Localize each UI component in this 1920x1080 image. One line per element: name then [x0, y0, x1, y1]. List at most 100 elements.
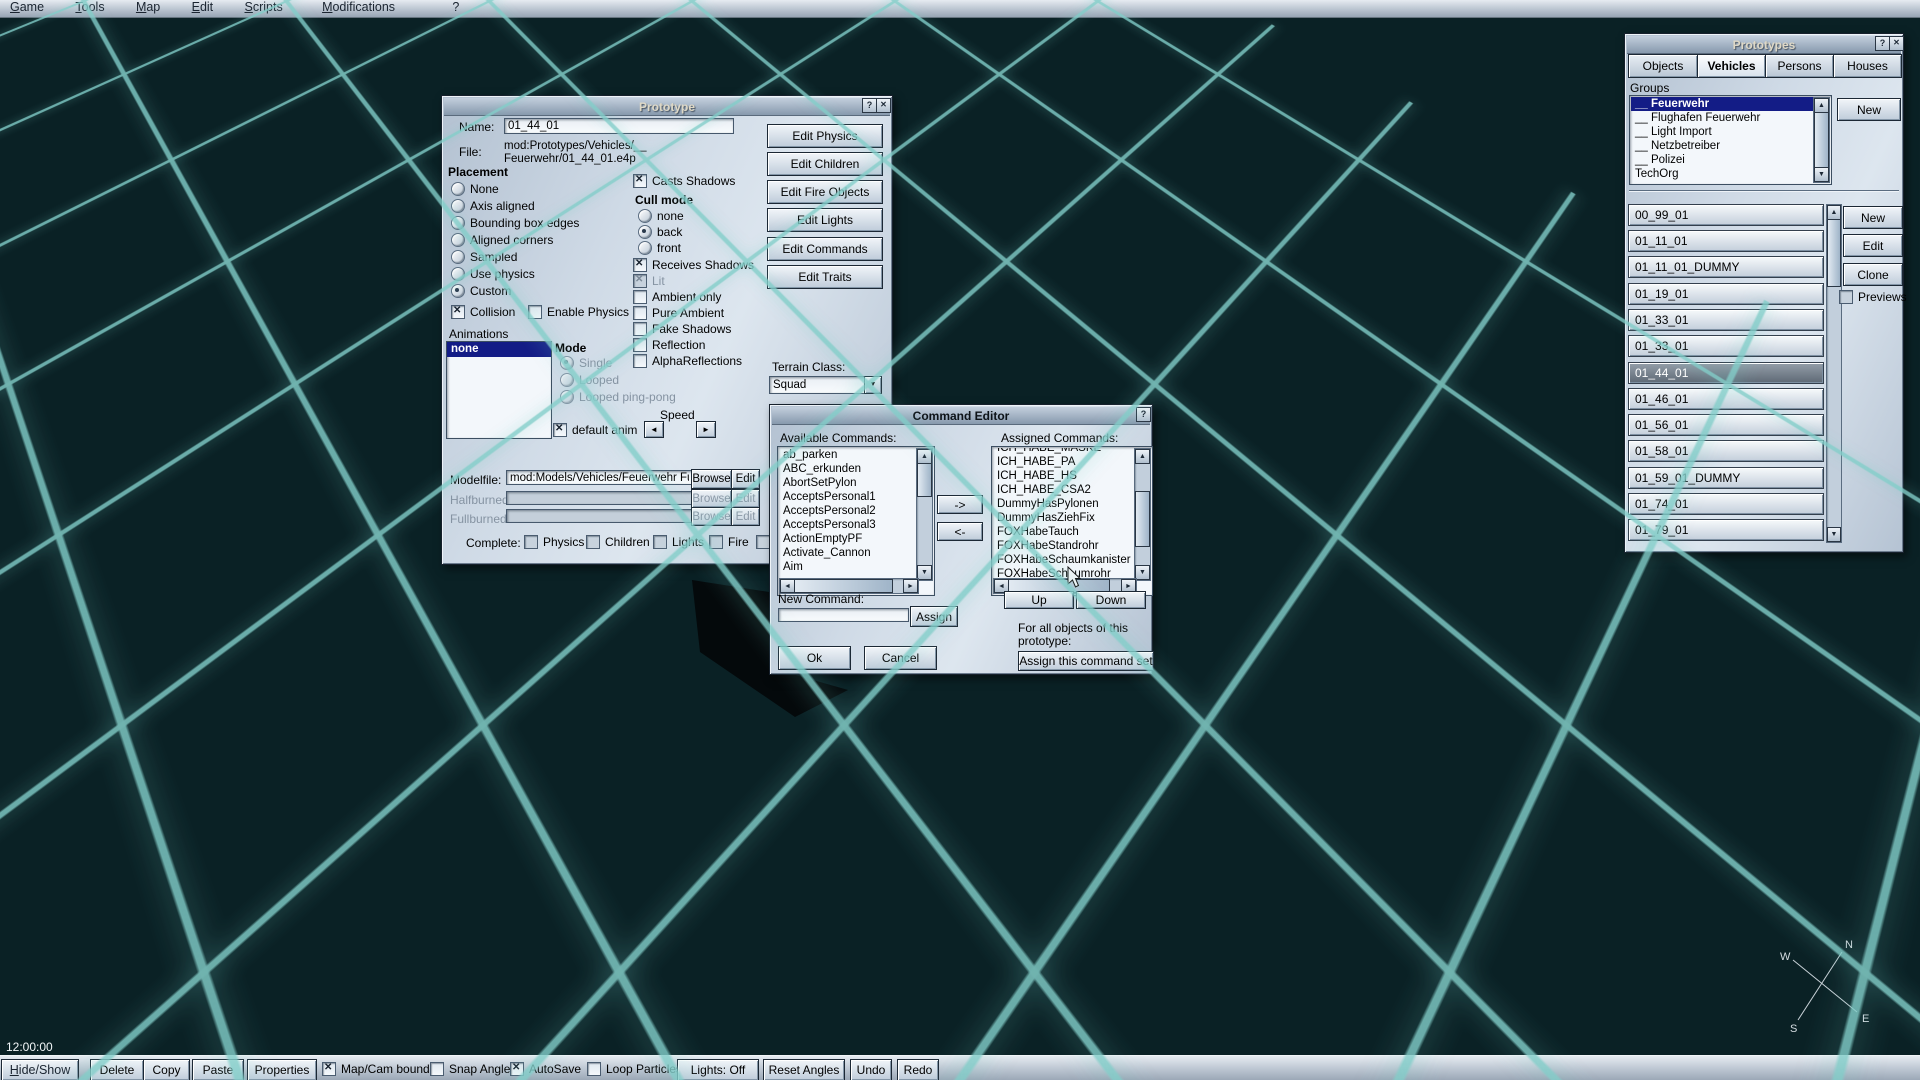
move-down-button[interactable]: Down: [1076, 591, 1146, 609]
autosave-checkbox[interactable]: [510, 1062, 524, 1076]
scrollbar-thumb[interactable]: [1135, 491, 1150, 547]
halfburned-input[interactable]: [506, 491, 693, 505]
snap-angles-checkbox[interactable]: [430, 1062, 444, 1076]
complete-fire-row[interactable]: Fire: [709, 535, 749, 549]
ambient-only-checkbox[interactable]: [633, 290, 647, 304]
help-icon[interactable]: ?: [862, 98, 877, 113]
map-cam-bounds-row[interactable]: Map/Cam bounds: [322, 1062, 436, 1076]
radio-icon[interactable]: [451, 182, 465, 196]
radio-icon[interactable]: [560, 373, 574, 387]
group-item[interactable]: __ Feuerwehr: [1631, 97, 1814, 111]
close-icon[interactable]: ✕: [876, 98, 891, 113]
edit-prototype-button[interactable]: Edit: [1843, 234, 1903, 257]
delete-button[interactable]: Delete: [90, 1059, 144, 1080]
menu-help[interactable]: ?: [452, 0, 459, 14]
list-item[interactable]: AcceptsPersonal2: [779, 504, 917, 518]
new-prototype-button[interactable]: New: [1843, 206, 1903, 229]
scroll-up-icon[interactable]: ▲: [1814, 98, 1829, 113]
reset-angles-button[interactable]: Reset Angles: [763, 1059, 845, 1080]
prototype-item[interactable]: 01_56_01: [1628, 414, 1824, 436]
placement-option-custom[interactable]: Custom: [451, 284, 511, 298]
radio-icon[interactable]: [451, 284, 465, 298]
prototype-item[interactable]: 01_11_01: [1628, 230, 1824, 252]
menu-scripts[interactable]: Scripts: [245, 0, 283, 14]
list-item[interactable]: DummyHasPylonen: [993, 497, 1135, 511]
radio-icon[interactable]: [451, 250, 465, 264]
group-item[interactable]: TechOrg: [1631, 167, 1814, 181]
list-item[interactable]: ABC_erkunden: [779, 462, 917, 476]
groups-listbox[interactable]: __ Feuerwehr __ Flughafen Feuerwehr __ L…: [1629, 95, 1832, 185]
lit-row[interactable]: Lit: [633, 274, 665, 288]
edit-commands-button[interactable]: Edit Commands: [767, 237, 883, 261]
complete-lights-checkbox[interactable]: [653, 535, 667, 549]
pure-ambient-checkbox[interactable]: [633, 306, 647, 320]
list-item[interactable]: DummyHasZiehFix: [993, 511, 1135, 525]
edit-fire-objects-button[interactable]: Edit Fire Objects: [767, 180, 883, 204]
complete-lights-row[interactable]: Lights: [653, 535, 704, 549]
vertical-scrollbar[interactable]: ▲ ▼: [1813, 97, 1830, 183]
receives-shadows-checkbox[interactable]: [633, 258, 647, 272]
properties-button[interactable]: Properties: [247, 1059, 317, 1080]
complete-fire-checkbox[interactable]: [709, 535, 723, 549]
vertical-scrollbar[interactable]: ▲ ▼: [916, 448, 933, 581]
previews-checkbox[interactable]: [1839, 290, 1853, 304]
edit-children-button[interactable]: Edit Children: [767, 152, 883, 176]
loop-particles-checkbox[interactable]: [587, 1062, 601, 1076]
cull-option-front[interactable]: front: [638, 241, 681, 255]
help-icon[interactable]: ?: [1136, 407, 1151, 422]
list-item[interactable]: ICH_HABE_CSA2: [993, 483, 1135, 497]
radio-icon[interactable]: [638, 225, 652, 239]
ok-button[interactable]: Ok: [778, 646, 851, 670]
list-item[interactable]: FOXHabeStandrohr: [993, 539, 1135, 553]
scroll-up-icon[interactable]: ▲: [917, 449, 932, 464]
prototype-item[interactable]: 01_19_01: [1628, 283, 1824, 305]
enable-physics-checkbox[interactable]: [528, 305, 542, 319]
assign-command-set-button[interactable]: Assign this command set: [1018, 651, 1154, 671]
loop-particles-row[interactable]: Loop Particles: [587, 1062, 682, 1076]
scrollbar-thumb[interactable]: [917, 463, 932, 497]
scrollbar-thumb[interactable]: [794, 579, 893, 593]
modelfile-input[interactable]: [506, 470, 693, 485]
list-item[interactable]: Aim: [779, 560, 917, 574]
enable-physics-checkbox-row[interactable]: Enable Physics: [528, 305, 629, 319]
terrain-class-select[interactable]: Squad ▼: [769, 376, 882, 394]
scroll-down-icon[interactable]: ▼: [1135, 565, 1150, 580]
scroll-up-icon[interactable]: ▲: [1135, 449, 1150, 464]
prototype-item[interactable]: 01_33_01: [1628, 335, 1824, 357]
paste-button[interactable]: Paste: [192, 1059, 244, 1080]
fake-shadows-row[interactable]: Fake Shadows: [633, 322, 731, 336]
list-item[interactable]: ICH_HABE_MASKE: [993, 448, 1135, 455]
map-cam-bounds-checkbox[interactable]: [322, 1062, 336, 1076]
radio-icon[interactable]: [451, 267, 465, 281]
undo-button[interactable]: Undo: [850, 1059, 892, 1080]
new-command-input[interactable]: [778, 608, 909, 622]
prototype-item-selected[interactable]: 01_44_01: [1628, 362, 1824, 384]
copy-button[interactable]: Copy: [143, 1059, 190, 1080]
collision-checkbox[interactable]: [451, 305, 465, 319]
placement-option-use-physics[interactable]: Use physics: [451, 267, 535, 281]
cancel-button[interactable]: Cancel: [864, 646, 937, 670]
receives-shadows-row[interactable]: Receives Shadows: [633, 258, 754, 272]
tab-houses[interactable]: Houses: [1833, 54, 1902, 78]
scroll-right-icon[interactable]: ►: [903, 579, 918, 593]
group-item[interactable]: __ Light Import: [1631, 125, 1814, 139]
alpha-reflections-row[interactable]: AlphaReflections: [633, 354, 742, 368]
default-anim-checkbox[interactable]: [553, 423, 567, 437]
collision-checkbox-row[interactable]: Collision: [451, 305, 515, 319]
mode-option-single[interactable]: Single: [560, 356, 612, 370]
prototype-dialog-titlebar[interactable]: Prototype: [444, 98, 890, 116]
clone-prototype-button[interactable]: Clone: [1843, 263, 1903, 286]
radio-icon[interactable]: [560, 390, 574, 404]
speed-decrease-button[interactable]: ◄: [644, 421, 664, 438]
fullburned-input[interactable]: [506, 509, 693, 523]
fullburned-browse-button[interactable]: Browse: [691, 507, 732, 526]
redo-button[interactable]: Redo: [897, 1059, 939, 1080]
list-item[interactable]: ActionEmptyPF: [779, 532, 917, 546]
list-item[interactable]: ICH_HABE_HS: [993, 469, 1135, 483]
placement-option-aligned-corners[interactable]: Aligned corners: [451, 233, 553, 247]
lights-toggle-button[interactable]: Lights: Off: [677, 1059, 759, 1080]
fake-shadows-checkbox[interactable]: [633, 322, 647, 336]
animation-item[interactable]: none: [447, 342, 551, 357]
scroll-up-icon[interactable]: ▲: [1827, 205, 1841, 220]
previews-checkbox-row[interactable]: Previews: [1839, 290, 1907, 304]
